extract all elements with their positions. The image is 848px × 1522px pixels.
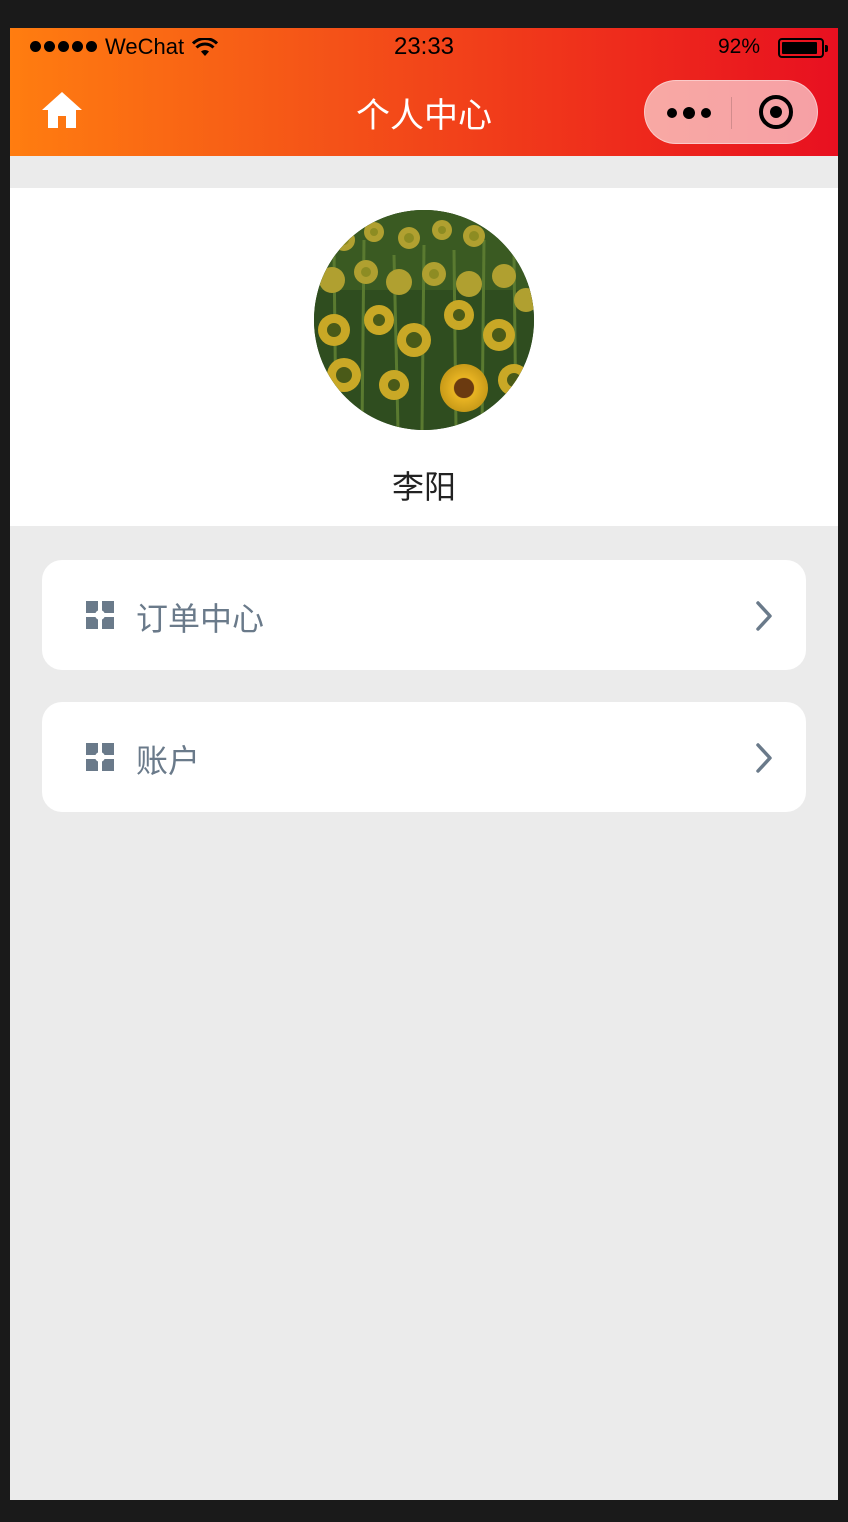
phone-screen: WeChat 23:33 92% 个人中心 李阳 订单中心 账户 xyxy=(10,28,838,1500)
close-button[interactable] xyxy=(733,81,819,143)
menu-item-account[interactable]: 账户 xyxy=(42,702,806,812)
avatar[interactable] xyxy=(314,210,534,430)
more-button[interactable] xyxy=(645,81,731,143)
grid-icon xyxy=(86,601,114,629)
capsule-divider xyxy=(731,97,732,129)
sunflower-field-avatar xyxy=(314,210,534,430)
battery-icon xyxy=(778,38,828,58)
menu-item-label: 账户 xyxy=(136,742,201,780)
chevron-right-icon xyxy=(756,743,772,773)
menu-item-label: 订单中心 xyxy=(136,600,265,638)
battery-percent: 92% xyxy=(717,35,760,58)
status-time: 23:33 xyxy=(393,33,455,60)
target-close-icon xyxy=(759,95,793,129)
username: 李阳 xyxy=(391,468,456,506)
grid-icon xyxy=(86,743,114,771)
more-dots-icon xyxy=(667,108,677,118)
chevron-right-icon xyxy=(756,601,772,631)
menu-item-order-center[interactable]: 订单中心 xyxy=(42,560,806,670)
header-bar: WeChat 23:33 92% 个人中心 xyxy=(10,28,838,156)
status-bar: WeChat 23:33 92% xyxy=(10,28,838,68)
mini-program-capsule xyxy=(644,80,818,144)
profile-card: 李阳 xyxy=(10,188,838,526)
